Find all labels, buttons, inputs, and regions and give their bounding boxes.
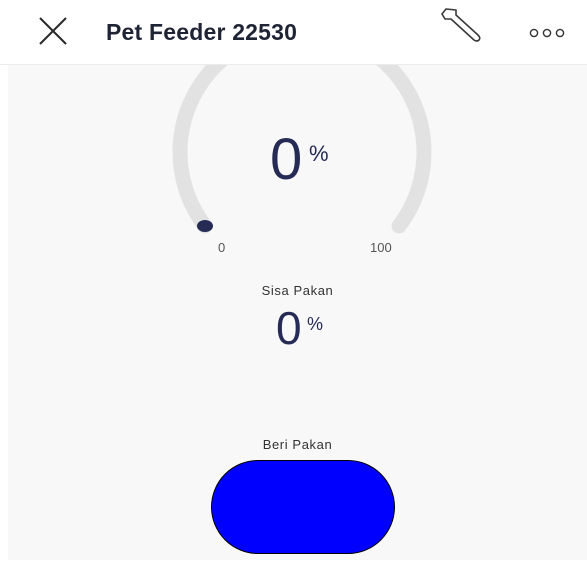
- app-header: Pet Feeder 22530: [0, 0, 587, 65]
- gauge-indicator: [197, 220, 213, 232]
- bottom-edge: [0, 560, 587, 567]
- wrench-icon: [441, 8, 481, 42]
- gauge-unit: %: [309, 141, 329, 166]
- remaining-feed-value: 0: [276, 302, 302, 354]
- remaining-feed-label: Sisa Pakan: [261, 283, 334, 298]
- gauge-max-label: 100: [370, 240, 392, 255]
- settings-button[interactable]: [436, 6, 484, 46]
- give-feed-label: Beri Pakan: [262, 437, 333, 452]
- device-panel: 0 % 0 100 Sisa Pakan 0 % Beri Pakan: [8, 65, 587, 560]
- close-button[interactable]: [36, 14, 70, 48]
- more-options-icon: [529, 28, 565, 38]
- page-title: Pet Feeder 22530: [106, 19, 298, 45]
- gauge-min-label: 0: [218, 240, 226, 255]
- more-options-button[interactable]: [528, 26, 566, 40]
- remaining-feed-unit: %: [307, 314, 324, 334]
- give-feed-button[interactable]: [211, 460, 395, 554]
- gauge-value: 0: [270, 127, 303, 192]
- close-icon: [39, 17, 67, 45]
